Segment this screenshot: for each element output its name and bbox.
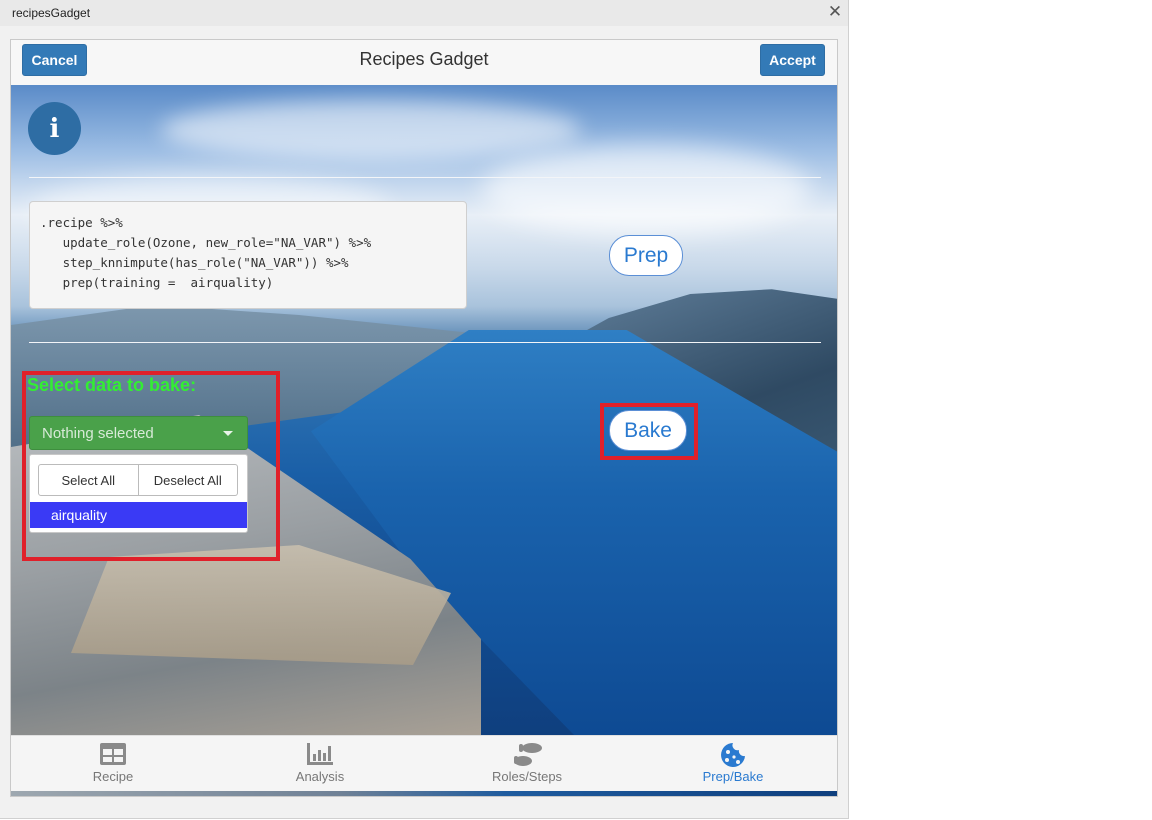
divider [29, 342, 821, 343]
tab-label: Recipe [92, 769, 134, 784]
cookie-icon [721, 743, 745, 767]
page-title: Recipes Gadget [359, 49, 489, 69]
footsteps-icon [514, 743, 542, 766]
tab-roles-steps[interactable]: Roles/Steps [477, 736, 577, 792]
prep-bake-panel: i .recipe %>% update_role(Ozone, new_rol… [11, 85, 837, 735]
bar-chart-icon [307, 743, 333, 765]
accept-button[interactable]: Accept [760, 44, 825, 76]
recipes-gadget: Cancel Recipes Gadget Accept i .recipe %… [10, 39, 838, 797]
highlight-box [22, 371, 280, 561]
tab-analysis[interactable]: Analysis [270, 736, 370, 792]
highlight-box [600, 403, 698, 460]
gadget-header: Cancel Recipes Gadget Accept [11, 40, 837, 86]
title-bar: recipesGadget ✕ [0, 0, 848, 26]
code-line: prep(training = airquality) [40, 275, 274, 290]
info-button[interactable]: i [28, 102, 81, 155]
gadget-window: recipesGadget ✕ Cancel Recipes Gadget Ac… [0, 0, 849, 819]
recipe-code-block: .recipe %>% update_role(Ozone, new_role=… [29, 201, 467, 309]
tab-label: Prep/Bake [702, 769, 764, 784]
code-line: step_knnimpute(has_role("NA_VAR")) %>% [40, 255, 349, 270]
tab-prep-bake[interactable]: Prep/Bake [683, 736, 783, 792]
bottom-tab-bar: Recipe Analysis Roles/Steps Prep/Bake [11, 735, 837, 792]
tab-recipe[interactable]: Recipe [63, 736, 163, 792]
code-line: .recipe %>% [40, 215, 123, 230]
window-title: recipesGadget [12, 6, 91, 20]
code-line: update_role(Ozone, new_role="NA_VAR") %>… [40, 235, 372, 250]
divider [29, 177, 821, 178]
table-icon [100, 743, 126, 765]
info-icon: i [49, 113, 60, 144]
background-image [11, 791, 837, 796]
tab-label: Roles/Steps [491, 769, 563, 784]
background-image [481, 145, 811, 235]
background-image [161, 100, 581, 160]
tab-label: Analysis [295, 769, 345, 784]
prep-button[interactable]: Prep [609, 235, 683, 276]
close-icon[interactable]: ✕ [826, 2, 844, 22]
